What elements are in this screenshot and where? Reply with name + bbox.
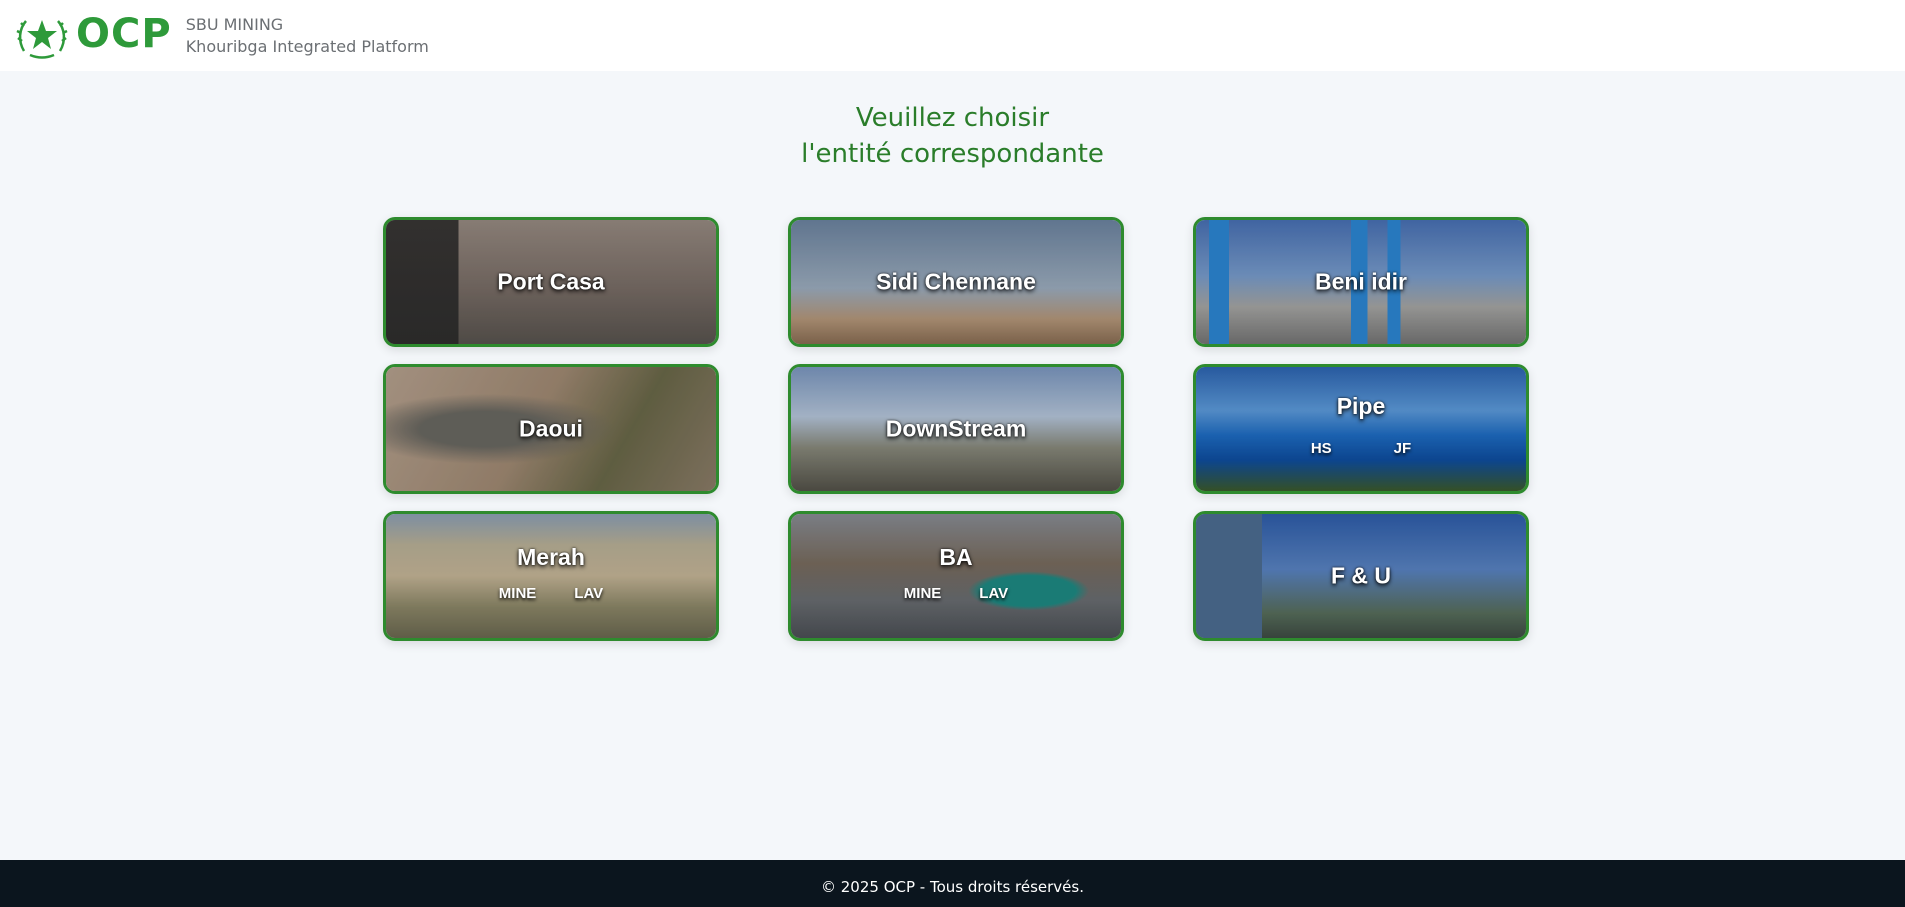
entity-card-sidi-chennane[interactable]: Sidi Chennane [788, 217, 1124, 347]
card-title: Port Casa [497, 268, 605, 295]
card-sub-options: MINE LAV [791, 585, 1121, 602]
entity-card-f-u[interactable]: F & U [1193, 511, 1529, 641]
heading-line-1: Veuillez choisir [855, 103, 1050, 133]
heading-line-2: l'entité correspondante [801, 139, 1104, 169]
entity-card-downstream[interactable]: DownStream [788, 364, 1124, 494]
brand-title: SBU MINING [185, 14, 284, 34]
card-title: BA [939, 544, 973, 570]
page-footer: © 2025 OCP - Tous droits réservés. [0, 860, 1905, 907]
copyright-text: © 2025 OCP - Tous droits réservés. [821, 877, 1084, 896]
ocp-logo-icon [14, 10, 70, 62]
entity-card-daoui[interactable]: Daoui [383, 364, 719, 494]
entity-card-pipe[interactable]: Pipe HS JF [1193, 364, 1529, 494]
sub-option-hs[interactable]: HS [1311, 440, 1332, 457]
card-title: Sidi Chennane [876, 268, 1036, 295]
entity-card-merah[interactable]: Merah MINE LAV [383, 511, 719, 641]
page-heading: Veuillez choisir l'entité correspondante [0, 100, 1905, 172]
card-sub-options: HS JF [1196, 440, 1526, 457]
entity-card-beni-idir[interactable]: Beni idir [1193, 217, 1529, 347]
brand-text: SBU MINING Khouribga Integrated Platform [186, 14, 429, 58]
sub-option-lav[interactable]: LAV [979, 585, 1008, 602]
sub-option-lav[interactable]: LAV [574, 585, 603, 602]
ocp-logo-text: OCP [76, 10, 172, 57]
card-title: Merah [517, 544, 585, 570]
card-title: Pipe [1336, 393, 1386, 419]
card-title: Beni idir [1314, 268, 1407, 295]
entity-card-ba[interactable]: BA MINE LAV [788, 511, 1124, 641]
card-title: F & U [1330, 562, 1392, 589]
sub-option-mine[interactable]: MINE [904, 585, 942, 602]
sub-option-jf[interactable]: JF [1394, 440, 1412, 457]
card-title: Daoui [519, 415, 583, 442]
entity-card-port-casa[interactable]: Port Casa [383, 217, 719, 347]
card-title: DownStream [885, 415, 1027, 442]
sub-option-mine[interactable]: MINE [499, 585, 537, 602]
brand-subtitle: Khouribga Integrated Platform [185, 36, 429, 56]
card-sub-options: MINE LAV [386, 585, 716, 602]
entity-grid: Port Casa Sidi Chennane Beni idir Daoui … [383, 217, 1529, 641]
top-header: OCP SBU MINING Khouribga Integrated Plat… [0, 0, 1905, 71]
